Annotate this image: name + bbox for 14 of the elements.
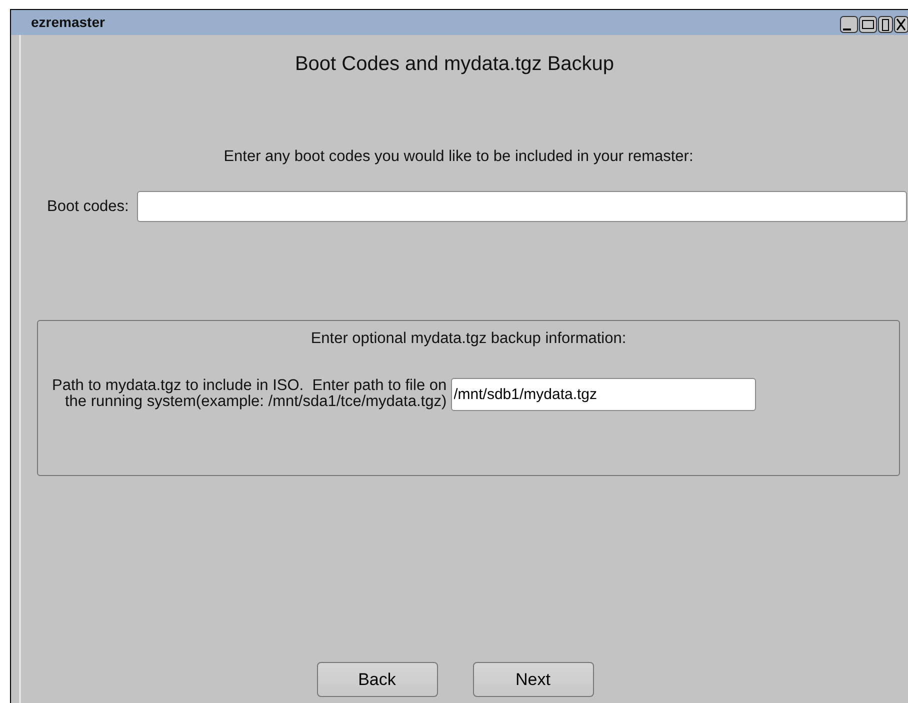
minimize-icon[interactable] bbox=[840, 16, 858, 33]
path-field[interactable]: /mnt/sdb1/mydata.tgz bbox=[450, 378, 756, 410]
instruction-text: Enter any boot codes you would like to be included in your remaster: bbox=[224, 148, 694, 165]
wizard-button[interactable]: Next bbox=[472, 662, 594, 697]
window-title: ezremaster bbox=[31, 13, 105, 32]
wizard-button[interactable]: Back bbox=[316, 662, 438, 697]
restore-icon[interactable] bbox=[859, 16, 877, 33]
group-title: Enter optional mydata.tgz backup information: bbox=[310, 330, 626, 348]
field-label: Path to mydata.tgz to include in ISO. Enter path to file on the running system(example: /mnt/sda1/tce/mydata.tgz) bbox=[52, 378, 447, 410]
boot-codes-field[interactable] bbox=[136, 191, 907, 222]
page-heading: Boot Codes and mydata.tgz Backup bbox=[294, 53, 614, 75]
field-label: Boot codes: bbox=[47, 197, 129, 218]
maximize-icon[interactable] bbox=[878, 16, 893, 33]
close-icon[interactable] bbox=[894, 16, 908, 33]
